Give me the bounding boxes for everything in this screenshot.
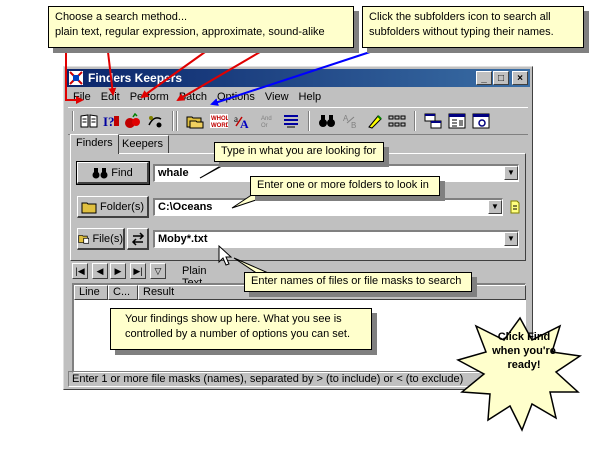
folder-icon (81, 202, 97, 213)
tile-windows-icon[interactable] (422, 111, 444, 131)
svg-text:B: B (351, 121, 356, 129)
column-header-count[interactable]: C... (108, 285, 138, 300)
find-binoculars-icon[interactable] (316, 111, 338, 131)
subfolders-toggle-icon[interactable] (509, 200, 521, 214)
toolbar-separator (414, 111, 416, 131)
menu-file[interactable]: File (68, 89, 96, 105)
title-bar[interactable]: Finders Keepers _ □ × (66, 69, 530, 87)
subfolders-icon[interactable] (184, 111, 206, 131)
svg-text:a: a (234, 114, 238, 124)
toolbar: I? WHOLEWORD aA AndOr AB (68, 107, 528, 135)
sound-alike-search-icon[interactable] (144, 111, 166, 131)
find-button[interactable]: Find (76, 161, 150, 185)
find-button-label: Find (111, 166, 133, 179)
and-or-not-icon[interactable]: And Or (258, 111, 280, 131)
files-dropdown-arrow[interactable]: ▼ (504, 232, 518, 246)
cascade-icon[interactable] (446, 111, 468, 131)
callout-subfolders-line2: subfolders without typing their names. (369, 26, 554, 38)
menu-options[interactable]: Options (212, 89, 260, 105)
plain-text-search-icon[interactable] (78, 111, 100, 131)
menu-perform[interactable]: Perform (125, 89, 174, 105)
svg-text:Or: Or (261, 123, 268, 129)
approximate-search-icon[interactable] (122, 111, 144, 131)
callout-subfolders: Click the subfolders icon to search all … (362, 6, 584, 48)
filter-button[interactable]: ▽ (150, 263, 166, 279)
toolbar-separator (176, 111, 178, 131)
callout-subfolders-line1: Click the subfolders icon to search all (369, 11, 551, 23)
tab-finders[interactable]: Finders (70, 134, 119, 154)
find-input-value: whale (158, 167, 189, 179)
finders-panel: Find whale ▼ Folder(s) C:\Oceans ▼ File(… (70, 153, 526, 261)
files-button-label: File(s) (92, 232, 123, 245)
starburst-line2: when you're (492, 345, 556, 357)
mask-arrows-icon (131, 231, 144, 246)
first-result-button[interactable]: |◀ (72, 263, 88, 279)
case-sensitive-icon[interactable]: aA (232, 111, 254, 131)
toolbar-separator (72, 111, 74, 131)
minimize-button[interactable]: _ (476, 71, 492, 85)
toolbar-separator (172, 111, 174, 131)
file-mask-builder-button[interactable] (127, 228, 149, 250)
options-list-icon[interactable] (280, 111, 302, 131)
files-button[interactable]: File(s) (77, 228, 125, 250)
menu-edit[interactable]: Edit (96, 89, 125, 105)
highlight-icon[interactable] (364, 111, 386, 131)
find-dropdown-arrow[interactable]: ▼ (504, 166, 518, 180)
replace-icon[interactable]: AB (340, 111, 362, 131)
files-input-value: Moby*.txt (158, 233, 208, 245)
regex-search-icon[interactable]: I? (100, 111, 122, 131)
callout-findings: Your findings show up here. What you see… (110, 308, 372, 350)
svg-text:And: And (261, 116, 272, 122)
files-icon (78, 234, 90, 244)
app-logo-icon (69, 71, 83, 85)
previous-result-button[interactable]: ◀ (92, 263, 108, 279)
tab-keepers[interactable]: Keepers (116, 135, 169, 153)
status-bar: Enter 1 or more file masks (names), sepa… (68, 371, 528, 387)
column-header-line[interactable]: Line (74, 285, 108, 300)
menu-bar: File Edit Perform Batch Options View Help (68, 89, 326, 105)
folder-input-value: C:\Oceans (158, 201, 213, 213)
maximize-button[interactable]: □ (493, 71, 509, 85)
svg-text:WORD: WORD (211, 123, 228, 129)
close-button[interactable]: × (512, 71, 528, 85)
callout-folders-text: Enter one or more folders to look in (257, 179, 429, 191)
callout-findings-line1: Your findings show up here. What you see… (125, 313, 342, 325)
folder-dropdown-arrow[interactable]: ▼ (488, 200, 502, 214)
callout-type-query: Type in what you are looking for (214, 142, 384, 162)
svg-text:I?: I? (103, 114, 115, 129)
window-title: Finders Keepers (88, 71, 183, 85)
folder-input[interactable]: C:\Oceans ▼ (153, 198, 503, 216)
next-result-button[interactable]: ▶ (110, 263, 126, 279)
menu-help[interactable]: Help (294, 89, 327, 105)
callout-files-text: Enter names of files or file masks to se… (251, 275, 462, 287)
callout-search-method: Choose a search method... plain text, re… (48, 6, 354, 48)
binoculars-icon (92, 167, 108, 178)
folders-button-label: Folder(s) (99, 200, 144, 213)
callout-search-method-line2: plain text, regular expression, approxim… (55, 26, 325, 38)
menu-batch[interactable]: Batch (174, 89, 212, 105)
callout-type-query-text: Type in what you are looking for (221, 145, 377, 157)
whole-word-icon[interactable]: WHOLEWORD (208, 111, 230, 131)
callout-findings-line2: controlled by a number of options you ca… (125, 328, 351, 340)
files-input[interactable]: Moby*.txt ▼ (153, 230, 519, 248)
callout-search-method-line1: Choose a search method... (55, 11, 188, 23)
callout-files: Enter names of files or file masks to se… (244, 272, 472, 292)
folders-button[interactable]: Folder(s) (77, 196, 149, 218)
menu-view[interactable]: View (260, 89, 294, 105)
svg-text:WHOLE: WHOLE (211, 116, 228, 122)
last-result-button[interactable]: ▶| (130, 263, 146, 279)
starburst-ready-text: Click Find when you're ready! (479, 330, 569, 372)
preview-icon[interactable] (470, 111, 492, 131)
grid-icon[interactable] (386, 111, 408, 131)
starburst-line1: Click Find (497, 331, 551, 343)
callout-folders: Enter one or more folders to look in (250, 176, 440, 196)
toolbar-separator (308, 111, 310, 131)
starburst-line3: ready! (507, 359, 541, 371)
